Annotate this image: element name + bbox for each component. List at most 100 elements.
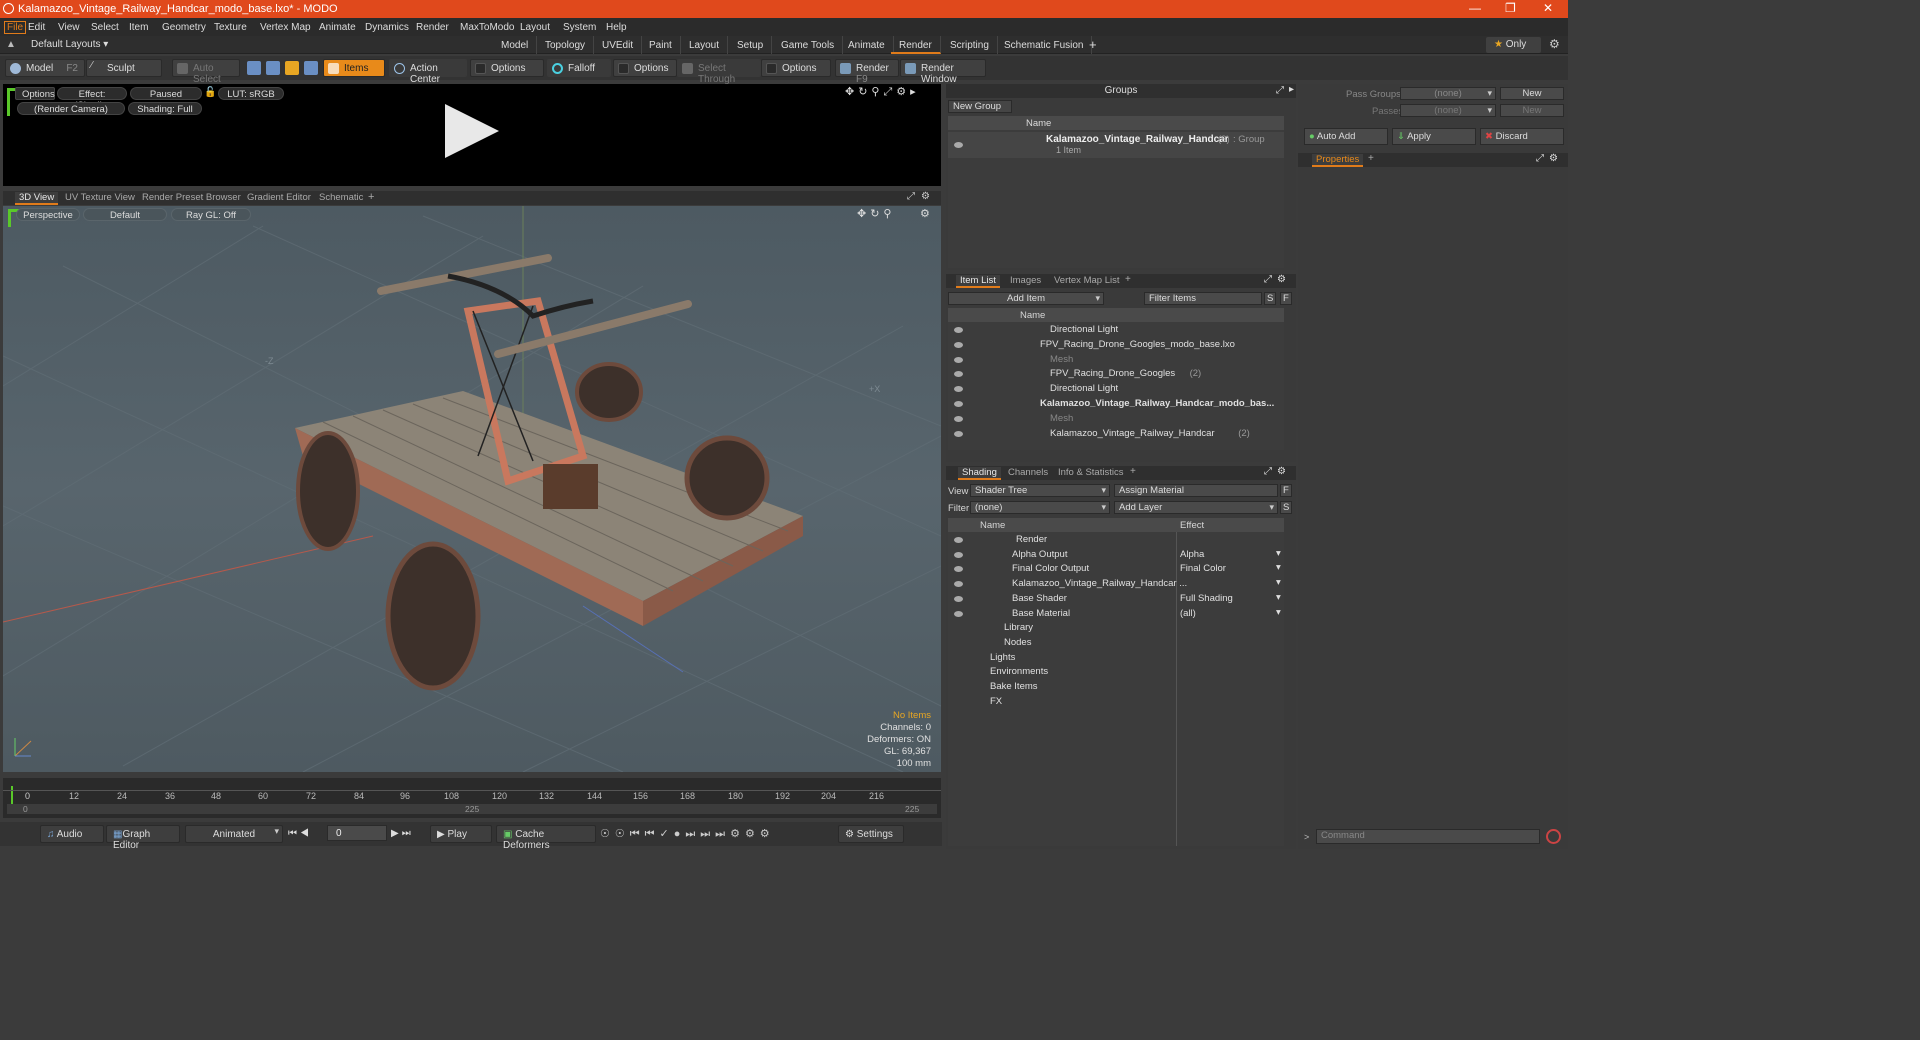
action-options-button[interactable]: Options xyxy=(470,59,544,77)
menu-help[interactable]: Help xyxy=(606,22,627,33)
add-tab-icon[interactable]: + xyxy=(1368,153,1374,164)
new-group-button[interactable]: New Group xyxy=(948,100,1012,113)
visibility-eye-icon[interactable] xyxy=(954,386,963,393)
menu-file[interactable]: File xyxy=(4,21,27,34)
sculpt-mode-button[interactable]: ∕ Sculpt xyxy=(86,59,162,77)
expand-icon[interactable]: ⤢ xyxy=(1536,153,1544,164)
tab-gradient-editor[interactable]: Gradient Editor xyxy=(243,192,315,203)
preview-nav-icons[interactable]: ✥↻⚲⤢⚙▸ xyxy=(845,85,920,99)
model-mode-button[interactable]: Model F2 xyxy=(5,59,85,77)
command-record-icon[interactable] xyxy=(1546,829,1561,844)
items-mode-button[interactable]: Items xyxy=(323,59,385,77)
play-button[interactable]: ▶ Play xyxy=(430,825,492,843)
item-list-row[interactable]: FPV_Racing_Drone_Googles (2) xyxy=(948,367,1284,382)
menu-dynamics[interactable]: Dynamics xyxy=(365,22,409,33)
menu-edit[interactable]: Edit xyxy=(28,22,45,33)
menu-item[interactable]: Item xyxy=(129,22,148,33)
cache-deformers-button[interactable]: ▣ Cache Deformers xyxy=(496,825,596,851)
select-options-button[interactable]: Options xyxy=(761,59,831,77)
add-tab-icon[interactable]: + xyxy=(368,191,374,203)
filter-f-button[interactable]: F xyxy=(1280,292,1292,305)
select-through-button[interactable]: Select Through xyxy=(677,59,761,85)
chevron-down-icon[interactable]: ▾ xyxy=(1276,577,1281,588)
edges-mode-icon[interactable] xyxy=(266,61,280,75)
new-pass-button[interactable]: New xyxy=(1500,104,1564,117)
menu-render[interactable]: Render xyxy=(416,22,449,33)
passes-dropdown[interactable]: (none) xyxy=(1400,104,1496,117)
visibility-eye-icon[interactable] xyxy=(954,581,963,588)
shader-effect-value[interactable]: Alpha xyxy=(1180,549,1204,560)
add-tab-icon[interactable]: + xyxy=(1130,466,1136,477)
effect-dropdown[interactable]: Effect: (Shadi... xyxy=(57,87,127,111)
tab-shading[interactable]: Shading xyxy=(958,467,1001,480)
tab-3d-view[interactable]: 3D View xyxy=(15,192,59,205)
polygons-mode-icon[interactable] xyxy=(285,61,299,75)
chevron-down-icon[interactable]: ▾ xyxy=(1276,562,1281,573)
tab-game-tools[interactable]: Game Tools xyxy=(773,36,844,54)
render-camera-dropdown[interactable]: (Render Camera) xyxy=(17,102,125,115)
group-row[interactable]: Kalamazoo_Vintage_Railway_Handcar (3) : … xyxy=(948,132,1284,158)
frame-input[interactable]: 0 xyxy=(327,825,387,841)
item-list-row[interactable]: Mesh xyxy=(948,353,1284,368)
shading-dropdown[interactable]: Shading: Full xyxy=(128,102,202,115)
tab-setup[interactable]: Setup xyxy=(729,36,773,54)
gear-icon[interactable]: ⚙ xyxy=(1549,37,1560,51)
expand-icon[interactable]: ⤢ xyxy=(1264,274,1272,285)
add-tab-icon[interactable]: + xyxy=(1089,37,1097,52)
visibility-eye-icon[interactable] xyxy=(954,371,963,378)
shader-tree-row[interactable]: FX xyxy=(948,695,1284,710)
chevron-down-icon[interactable]: ▾ xyxy=(1276,548,1281,559)
tab-render[interactable]: Render xyxy=(891,36,941,54)
shader-effect-value[interactable]: (all) xyxy=(1180,608,1196,619)
visibility-eye-icon[interactable] xyxy=(954,566,963,573)
time-range-bar[interactable]: 0 225 225 xyxy=(7,804,937,814)
visibility-eye-icon[interactable] xyxy=(954,537,963,543)
add-layer-dropdown[interactable]: Add Layer xyxy=(1114,501,1278,514)
vertices-mode-icon[interactable] xyxy=(247,61,261,75)
shading-f-button[interactable]: F xyxy=(1280,484,1292,497)
graph-editor-button[interactable]: ▦Graph Editor xyxy=(106,825,180,851)
shader-tree-row[interactable]: Lights xyxy=(948,651,1284,666)
visibility-eye-icon[interactable] xyxy=(954,142,963,148)
item-list-row[interactable]: Directional Light xyxy=(948,382,1284,397)
render-button[interactable]: Render F9 xyxy=(835,59,899,85)
menu-geometry[interactable]: Geometry xyxy=(162,22,206,33)
filter-dropdown[interactable]: (none) xyxy=(970,501,1110,514)
lut-dropdown[interactable]: LUT: sRGB xyxy=(218,87,284,100)
timeline[interactable]: 0 12 24 36 48 60 72 84 96 108 120 132 14… xyxy=(3,778,941,818)
render-window-button[interactable]: Render Window xyxy=(900,59,986,85)
tab-animate[interactable]: Animate xyxy=(840,36,894,54)
item-list-row[interactable]: Kalamazoo_Vintage_Railway_Handcar_modo_b… xyxy=(948,397,1284,412)
tab-render-preset-browser[interactable]: Render Preset Browser xyxy=(138,192,245,203)
shader-effect-value[interactable]: Final Color xyxy=(1180,563,1226,574)
shader-tree-row[interactable]: Kalamazoo_Vintage_Railway_Handcar ... ▾ xyxy=(948,577,1284,592)
filter-s-button[interactable]: S xyxy=(1264,292,1276,305)
gear-icon[interactable]: ⚙ xyxy=(1277,274,1286,285)
apply-button[interactable]: ⇓ Apply xyxy=(1392,128,1476,145)
tab-layout[interactable]: Layout xyxy=(681,36,729,54)
menu-layout[interactable]: Layout xyxy=(520,22,550,33)
gear-icon[interactable]: ⚙ xyxy=(921,191,930,202)
view-dropdown[interactable]: Shader Tree xyxy=(970,484,1110,497)
menu-maxtomodo[interactable]: MaxToModo xyxy=(460,22,514,33)
item-list-row[interactable]: Mesh xyxy=(948,412,1284,427)
shader-tree-row[interactable]: Bake Items xyxy=(948,680,1284,695)
materials-mode-icon[interactable] xyxy=(304,61,318,75)
skip-back-icons[interactable]: ⏮◀ xyxy=(288,828,312,839)
falloff-options-button[interactable]: Options xyxy=(613,59,677,77)
render-preview[interactable]: Options Effect: (Shadi... Paused 🔓 LUT: … xyxy=(3,84,941,186)
visibility-eye-icon[interactable] xyxy=(954,551,963,558)
tab-paint[interactable]: Paint xyxy=(641,36,681,54)
shading-s-button[interactable]: S xyxy=(1280,501,1292,514)
add-item-dropdown[interactable]: Add Item xyxy=(948,292,1104,305)
visibility-eye-icon[interactable] xyxy=(954,595,963,602)
gear-icon[interactable]: ⚙ xyxy=(1549,153,1558,164)
play-icon[interactable] xyxy=(445,104,499,158)
menu-texture[interactable]: Texture xyxy=(214,22,247,33)
assign-material-button[interactable]: Assign Material xyxy=(1114,484,1278,497)
shader-tree-row[interactable]: Final Color Output Final Color ▾ xyxy=(948,562,1284,577)
discard-button[interactable]: ✖ Discard xyxy=(1480,128,1564,145)
menu-animate[interactable]: Animate xyxy=(319,22,356,33)
tab-info-statistics[interactable]: Info & Statistics xyxy=(1054,467,1127,478)
3d-viewport[interactable]: Perspective Default Ray GL: Off ✥↻⚲ ⚙ -Z… xyxy=(3,206,941,772)
